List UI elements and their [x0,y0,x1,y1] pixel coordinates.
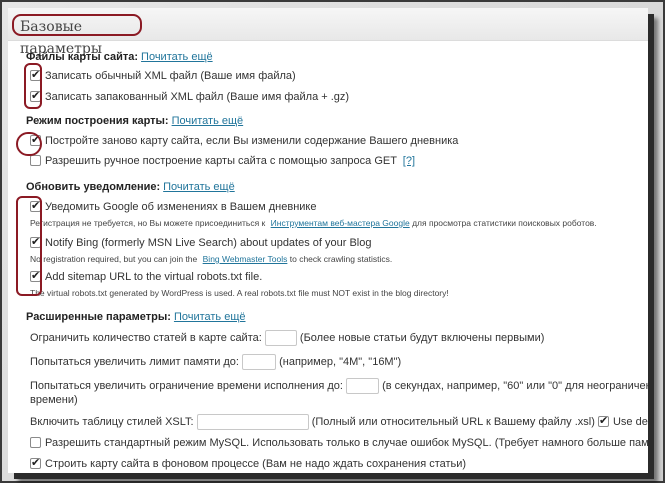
manual-build-help-link[interactable]: [?] [403,155,415,167]
google-note: Регистрация не требуется, но Вы можете п… [30,216,597,230]
sitemap-files-heading-row: Файлы карты сайта: Почитать ещё [26,50,213,64]
bing-note-text: No registration required, but you can jo… [30,254,198,264]
bing-note: No registration required, but you can jo… [30,252,392,266]
time-limit-hint: (в секундах, например, "60" или "0" для … [382,379,648,392]
panel-header: Базовые параметры [8,8,648,57]
robots-txt-label: Add sitemap URL to the virtual robots.tx… [45,271,263,283]
blank-area [428,46,638,121]
panel-title: Базовые параметры [12,14,142,57]
time-limit-input[interactable] [346,378,380,394]
option-write-gz[interactable]: Записать запакованный XML файл (Ваше имя… [30,89,350,104]
memory-limit-hint: (например, "4M", "16M") [279,355,402,368]
limit-posts-input[interactable] [264,330,297,346]
memory-limit-label: Попытаться увеличить лимит памяти до: [30,355,239,368]
background-build-label: Строить карту сайта в фоновом процессе (… [45,458,467,470]
robots-txt-checkbox[interactable] [30,269,41,283]
use-default-checkbox[interactable] [597,414,609,428]
bing-note-text-end: to check crawling statistics. [289,254,393,264]
option-rebuild-on-change[interactable]: Постройте заново карту сайта, если Вы из… [30,133,459,148]
time-limit-row: Попытаться увеличить ограничение времени… [30,378,648,394]
manual-build-label: Разрешить ручное построение карты сайта … [45,155,397,167]
option-mysql-standard[interactable]: Разрешить стандартный режим MySQL. Испол… [30,436,648,450]
sitemap-files-heading: Файлы карты сайта: [26,51,139,63]
bing-webmaster-tools-link[interactable]: Bing Webmaster Tools [203,254,288,264]
build-mode-heading-row: Режим построения карты: Почитать ещё [26,114,243,128]
advanced-heading-row: Расширенные параметры: Почитать ещё [26,310,246,324]
write-gz-checkbox[interactable] [30,89,41,103]
notifications-read-more-link[interactable]: Почитать ещё [163,181,235,193]
google-note-text-end: для просмотра статистики поисковых робот… [412,218,597,228]
build-mode-read-more-link[interactable]: Почитать ещё [172,115,244,127]
option-background-build[interactable]: Строить карту сайта в фоновом процессе (… [30,456,467,471]
mysql-standard-label: Разрешить стандартный режим MySQL. Испол… [45,437,648,449]
write-xml-checkbox[interactable] [30,68,41,82]
advanced-read-more-link[interactable]: Почитать ещё [174,311,246,323]
manual-build-checkbox[interactable] [30,155,41,166]
rebuild-checkbox[interactable] [30,133,41,147]
robots-note-text: The virtual robots.txt generated by Word… [30,288,449,298]
limit-posts-hint: (Более новые статьи будут включены первы… [299,331,545,344]
google-webmaster-tools-link[interactable]: Инструментам веб-мастера Google [271,218,410,228]
notifications-heading-row: Обновить уведомление: Почитать ещё [26,180,235,194]
google-note-text: Регистрация не требуется, но Вы можете п… [30,218,266,228]
xslt-hint: (Полный или относительный URL к Вашему ф… [311,415,595,428]
memory-limit-row: Попытаться увеличить лимит памяти до: (н… [30,354,401,370]
notifications-heading: Обновить уведомление: [26,181,161,193]
rebuild-label: Постройте заново карту сайта, если Вы из… [45,135,459,147]
xslt-label: Включить таблицу стилей XSLT: [30,415,194,428]
write-xml-label: Записать обычный XML файл (Ваше имя файл… [45,70,296,82]
notify-bing-label: Notify Bing (formerly MSN Live Search) a… [45,237,372,249]
time-limit-label: Попытаться увеличить ограничение времени… [30,379,343,392]
notify-bing-checkbox[interactable] [30,235,41,249]
use-default-label: Use default [612,415,648,428]
option-manual-build[interactable]: Разрешить ручное построение карты сайта … [30,154,415,168]
build-mode-heading: Режим построения карты: [26,115,169,127]
background-build-checkbox[interactable] [30,456,41,470]
mysql-standard-checkbox[interactable] [30,437,41,448]
memory-limit-input[interactable] [242,354,277,370]
option-write-xml[interactable]: Записать обычный XML файл (Ваше имя файл… [30,68,296,83]
screenshot-frame: Базовые параметры Файлы карты сайта: Почи… [0,0,665,483]
robots-note: The virtual robots.txt generated by Word… [30,286,449,300]
time-limit-hint-2: времени) [30,394,78,406]
limit-posts-row: Ограничить количество статей в карте сай… [30,330,544,346]
limit-posts-label: Ограничить количество статей в карте сай… [30,331,262,344]
sitemap-files-read-more-link[interactable]: Почитать ещё [141,51,213,63]
option-notify-google[interactable]: Уведомить Google об изменениях в Вашем д… [30,199,317,214]
option-robots-txt[interactable]: Add sitemap URL to the virtual robots.tx… [30,269,263,284]
write-gz-label: Записать запакованный XML файл (Ваше имя… [45,91,350,103]
advanced-heading: Расширенные параметры: [26,311,171,323]
option-notify-bing[interactable]: Notify Bing (formerly MSN Live Search) a… [30,235,372,250]
xslt-row: Включить таблицу стилей XSLT: (Полный ил… [30,414,648,430]
notify-google-label: Уведомить Google об изменениях в Вашем д… [45,201,317,213]
xslt-url-input[interactable] [196,414,309,430]
settings-panel: Базовые параметры Файлы карты сайта: Почи… [8,8,648,473]
notify-google-checkbox[interactable] [30,199,41,213]
